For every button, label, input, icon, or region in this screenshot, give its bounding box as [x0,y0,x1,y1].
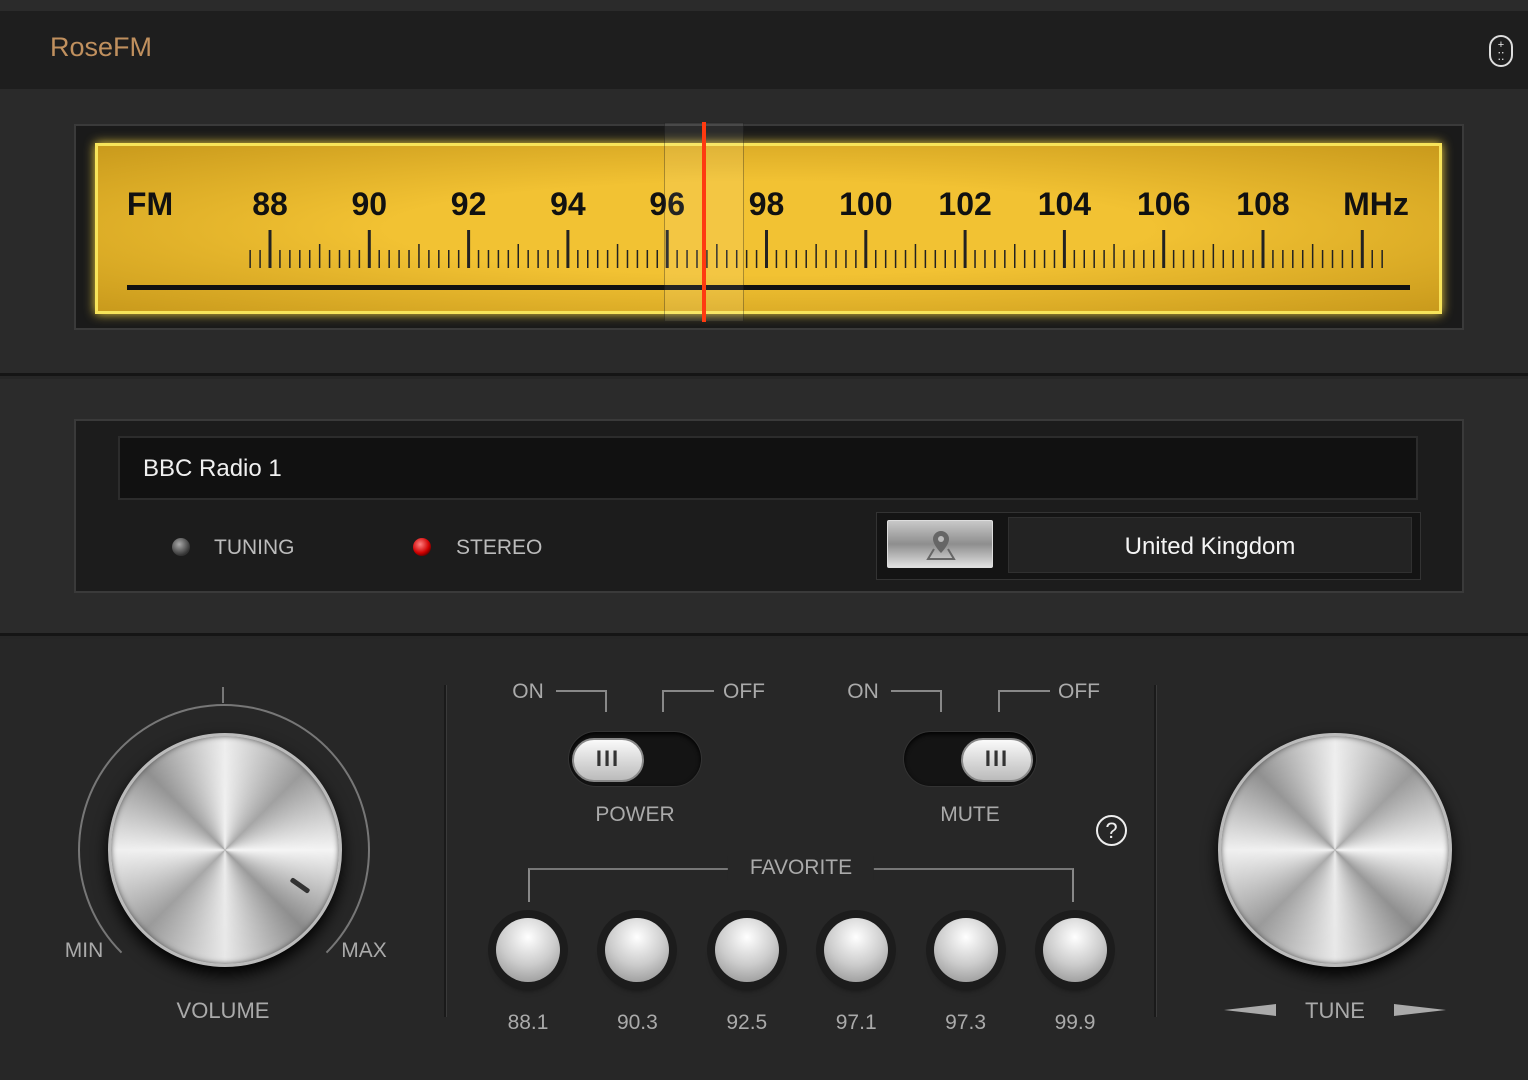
app-header [0,11,1528,89]
dial-mark-label: 100 [839,186,893,222]
favorite-frequency: 92.5 [726,1011,768,1034]
tuning-led-icon [172,538,190,556]
volume-min-label: MIN [64,939,104,962]
favorite-button[interactable] [605,918,670,982]
mute-on-line [891,690,942,712]
mute-label: MUTE [940,803,1000,826]
station-display [118,436,1418,500]
favorite-frequency: 99.9 [1054,1011,1096,1034]
dial-mark-label: 108 [1236,186,1290,222]
dial-mark-label: 88 [252,186,288,222]
mute-off-label: OFF [1058,680,1100,703]
favorite-frequency: 90.3 [616,1011,658,1034]
favorite-button[interactable] [933,918,998,982]
favorite-button[interactable] [1043,918,1107,982]
map-pin-icon [926,531,956,560]
band-label: FM [126,186,174,222]
power-label: POWER [595,803,675,826]
dial-mark-label: 94 [550,186,586,222]
tune-knob[interactable] [1218,733,1452,967]
remote-control-icon[interactable]: + ⁚⁚ [1489,35,1513,67]
favorite-button[interactable] [714,918,779,982]
divider [1154,685,1157,1017]
favorite-label: FAVORITE [727,856,875,880]
tuning-needle[interactable] [702,122,707,322]
location-button[interactable] [887,520,993,568]
stereo-led-icon [413,538,431,556]
volume-max-label: MAX [341,939,387,962]
station-name: BBC Radio 1 [143,455,282,482]
tuning-label: TUNING [214,536,295,559]
dial-mark-label: 90 [351,186,388,222]
dial-mark-label: 98 [748,186,785,222]
dial-mark-label: 104 [1037,186,1092,222]
unit-label: MHz [1343,186,1409,222]
favorite-frequency: 97.3 [945,1011,987,1034]
favorite-button[interactable] [824,918,889,982]
favorite-button[interactable] [496,918,560,982]
stereo-label: STEREO [456,536,543,559]
power-off-label: OFF [723,680,765,703]
power-off-line [662,690,714,712]
favorite-frequency: 88.1 [507,1011,549,1034]
app-title: RoseFM [50,32,153,62]
dial-mark-label: 92 [450,186,487,222]
mute-off-line [998,690,1050,712]
power-on-line [556,690,607,712]
dial-mark-label: 102 [938,186,992,222]
divider [444,685,447,1017]
volume-tick [222,687,224,703]
dial-ticks [249,230,1383,268]
mute-on-label: ON [847,680,879,703]
status-bar [0,0,1528,11]
dial-baseline [127,285,1410,290]
volume-label: VOLUME [176,998,270,1023]
dial-mark-label: 106 [1136,186,1191,222]
help-button[interactable]: ? [1096,815,1127,846]
volume-knob[interactable] [108,733,342,967]
favorite-frequency: 97.1 [835,1011,877,1034]
country-name: United Kingdom [1124,533,1296,560]
tune-label: TUNE [1305,998,1365,1023]
mute-switch[interactable]: III [903,731,1037,787]
power-switch[interactable]: III [568,731,702,787]
tune-up-arrow-icon[interactable] [1394,1004,1446,1016]
power-on-label: ON [512,680,544,703]
tune-down-arrow-icon[interactable] [1224,1004,1276,1016]
